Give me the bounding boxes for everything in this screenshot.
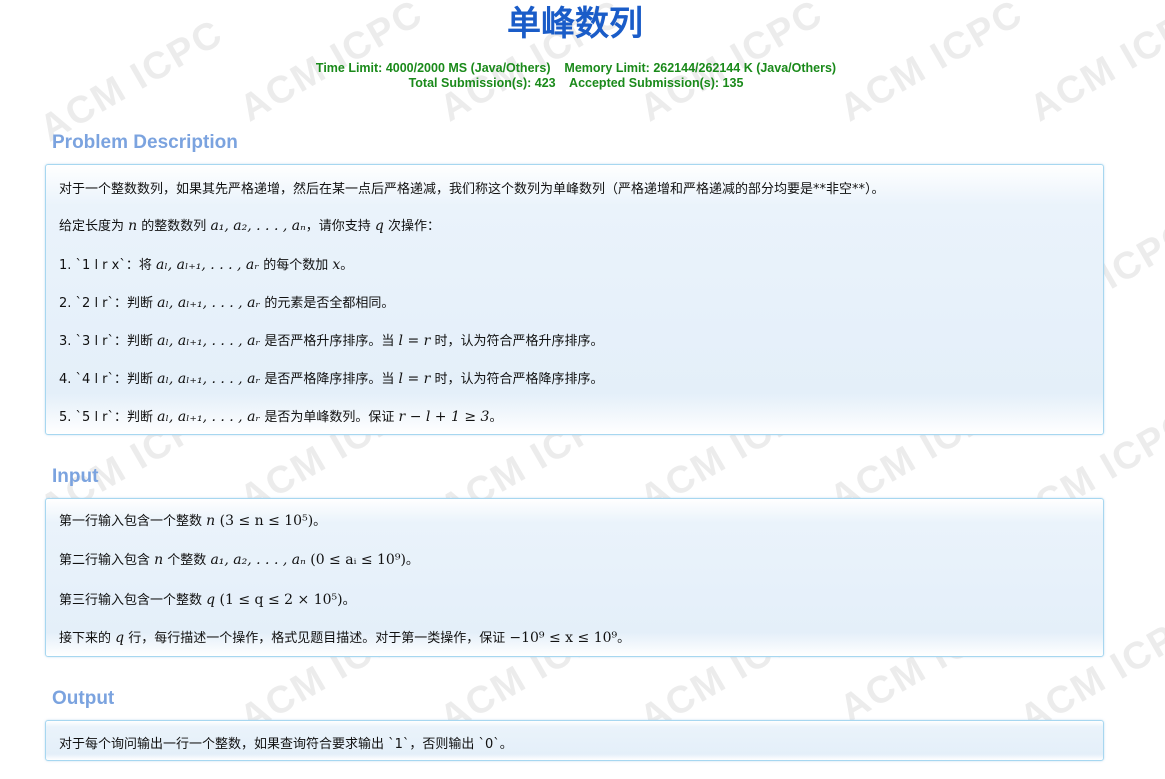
- description-paragraph: 对于一个整数数列，如果其先严格递增，然后在某一点后严格递减，我们称这个数列为单峰…: [59, 182, 885, 197]
- text: 3. `3 l r`：判断: [59, 334, 158, 349]
- math-condition: l = r: [398, 371, 431, 387]
- text: 5. `5 l r`：判断: [59, 410, 158, 425]
- math-q: q: [206, 592, 216, 608]
- math-sequence: aₗ, aₗ₊₁, . . . , aᵣ: [157, 295, 261, 311]
- math-condition: −10⁹ ≤ x ≤ 10⁹: [509, 630, 618, 646]
- input-line-3: 第三行输入包含一个整数 q (1 ≤ q ≤ 2 × 10⁵)。: [59, 589, 356, 608]
- text: 时，认为符合严格升序排序。: [430, 334, 604, 349]
- accepted-submissions: Accepted Submission(s): 135: [569, 76, 744, 90]
- math-sequence: aₗ, aₗ₊₁, . . . , aᵣ: [156, 257, 260, 273]
- output-line-1: 对于每个询问输出一行一个整数，如果查询符合要求输出 `1`，否则输出 `0`。: [59, 737, 513, 752]
- problem-title: 单峰数列: [507, 4, 643, 44]
- text: 。: [405, 553, 419, 568]
- input-line-2: 第二行输入包含 n 个整数 a₁, a₂, . . . , aₙ (0 ≤ aᵢ…: [59, 549, 419, 568]
- math-sequence: aₗ, aₗ₊₁, . . . , aᵣ: [157, 371, 261, 387]
- problem-page: ACM ICPC ACM ICPC ACM ICPC ACM ICPC ACM …: [0, 0, 1165, 779]
- input-heading: Input: [52, 466, 99, 487]
- text: 的每个数加: [259, 258, 333, 273]
- text: 接下来的: [59, 631, 116, 646]
- input-line-1: 第一行输入包含一个整数 n (3 ≤ n ≤ 10⁵)。: [59, 510, 326, 529]
- description-paragraph: 给定长度为 n 的整数数列 a₁, a₂, . . . , aₙ，请你支持 q …: [59, 215, 440, 234]
- text: 的元素是否全都相同。: [260, 296, 395, 311]
- text: 。: [617, 631, 631, 646]
- text: 。: [313, 514, 327, 529]
- math-condition: (0 ≤ aᵢ ≤ 10⁹): [305, 552, 406, 568]
- text: 第二行输入包含: [59, 553, 155, 568]
- text: 的整数数列: [137, 219, 211, 234]
- math-n: n: [206, 513, 216, 529]
- text: 第一行输入包含一个整数: [59, 514, 207, 529]
- operation-3: 3. `3 l r`：判断 aₗ, aₗ₊₁, . . . , aᵣ 是否严格升…: [59, 330, 604, 349]
- math-condition: (1 ≤ q ≤ 2 × 10⁵): [215, 592, 343, 608]
- description-panel: 对于一个整数数列，如果其先严格递增，然后在某一点后严格递减，我们称这个数列为单峰…: [45, 164, 1104, 435]
- math-n: n: [128, 218, 138, 234]
- text: 是否为单峰数列。保证: [260, 410, 399, 425]
- text: 是否严格升序排序。当: [260, 334, 399, 349]
- text: 行，每行描述一个操作，格式见题目描述。对于第一类操作，保证: [124, 631, 510, 646]
- text: 2. `2 l r`：判断: [59, 296, 158, 311]
- operation-1: 1. `1 l r x`：将 aₗ, aₗ₊₁, . . . , aᵣ 的每个数…: [59, 254, 353, 273]
- text: 。: [342, 593, 356, 608]
- input-panel: 第一行输入包含一个整数 n (3 ≤ n ≤ 10⁵)。 第二行输入包含 n 个…: [45, 498, 1104, 657]
- text: 。: [340, 258, 354, 273]
- math-sequence: aₗ, aₗ₊₁, . . . , aᵣ: [157, 409, 261, 425]
- memory-limit: Memory Limit: 262144/262144 K (Java/Othe…: [564, 61, 837, 75]
- problem-limits: Time Limit: 4000/2000 MS (Java/Others) M…: [0, 61, 1152, 91]
- math-q: q: [115, 630, 125, 646]
- math-sequence: aₗ, aₗ₊₁, . . . , aᵣ: [157, 333, 261, 349]
- output-heading: Output: [52, 688, 115, 709]
- math-sequence: a₁, a₂, . . . , aₙ: [210, 552, 306, 568]
- operation-5: 5. `5 l r`：判断 aₗ, aₗ₊₁, . . . , aᵣ 是否为单峰…: [59, 406, 502, 425]
- text: 1. `1 l r x`：将: [59, 258, 156, 273]
- text: ，请你支持: [305, 219, 375, 234]
- text: 个整数: [163, 553, 211, 568]
- output-panel: 对于每个询问输出一行一个整数，如果查询符合要求输出 `1`，否则输出 `0`。: [45, 720, 1104, 761]
- description-heading: Problem Description: [52, 132, 238, 153]
- math-q: q: [374, 218, 384, 234]
- text: 。: [489, 410, 503, 425]
- math-n: n: [154, 552, 164, 568]
- text: 次操作：: [383, 219, 441, 234]
- text: 是否严格降序排序。当: [260, 372, 399, 387]
- time-limit: Time Limit: 4000/2000 MS (Java/Others): [315, 61, 551, 75]
- math-condition: r − l + 1 ≥ 3: [398, 409, 490, 425]
- text: 给定长度为: [59, 219, 129, 234]
- text: 时，认为符合严格降序排序。: [430, 372, 604, 387]
- math-sequence: a₁, a₂, . . . , aₙ: [210, 218, 306, 234]
- text: 4. `4 l r`：判断: [59, 372, 158, 387]
- text: 第三行输入包含一个整数: [59, 593, 207, 608]
- math-condition: (3 ≤ n ≤ 10⁵): [215, 513, 314, 529]
- operation-2: 2. `2 l r`：判断 aₗ, aₗ₊₁, . . . , aᵣ 的元素是否…: [59, 292, 394, 311]
- operation-4: 4. `4 l r`：判断 aₗ, aₗ₊₁, . . . , aᵣ 是否严格降…: [59, 368, 604, 387]
- input-line-4: 接下来的 q 行，每行描述一个操作，格式见题目描述。对于第一类操作，保证 −10…: [59, 627, 630, 646]
- math-condition: l = r: [398, 333, 431, 349]
- total-submissions: Total Submission(s): 423: [408, 76, 556, 90]
